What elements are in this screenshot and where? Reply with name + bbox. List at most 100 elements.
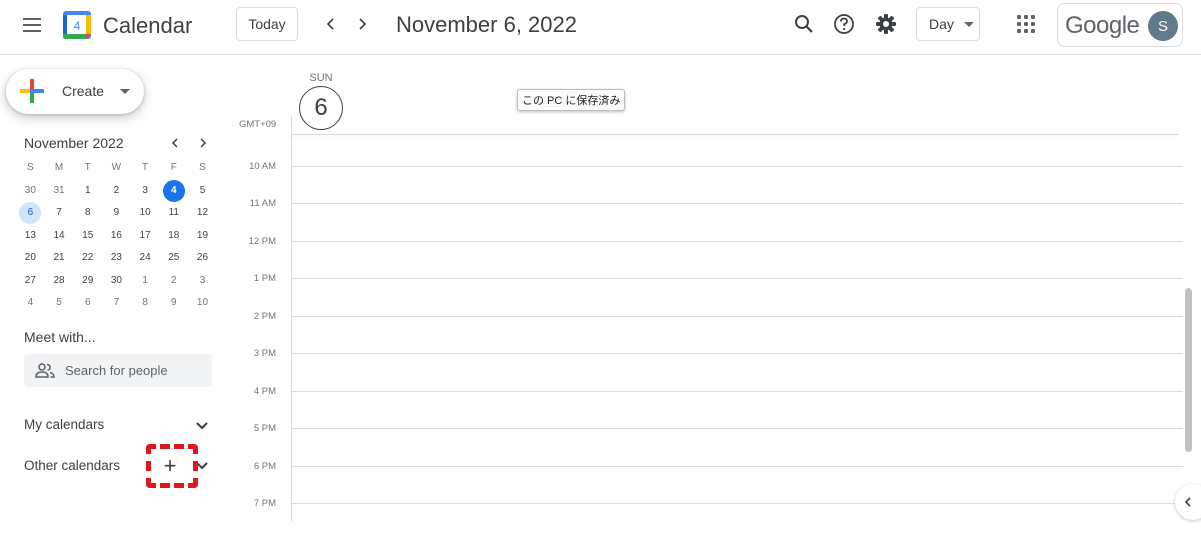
mini-day-cell[interactable]: 7 [102, 292, 131, 314]
today-button[interactable]: Today [236, 7, 298, 41]
mini-day-cell-label: 29 [82, 274, 94, 286]
mini-weekday-header-label: W [111, 162, 122, 174]
mini-day-cell[interactable]: 4 [16, 292, 45, 314]
hour-slot-line [291, 353, 1183, 354]
mini-day-cell[interactable]: 23 [102, 247, 131, 269]
mini-day-cell-label: 18 [168, 229, 180, 241]
hour-label: 11 AM [249, 198, 276, 209]
mini-day-cell[interactable]: 6 [73, 292, 102, 314]
mini-week-row: 30 31 1 2 3 4 5 [16, 179, 218, 203]
chevron-left-icon[interactable] [319, 12, 343, 36]
side-panel-toggle[interactable] [1175, 484, 1201, 520]
chevron-left-icon[interactable] [165, 133, 185, 153]
mini-day-cell[interactable]: 2 [159, 270, 188, 292]
mini-day-cell[interactable]: 10 [131, 202, 160, 224]
hamburger-menu-icon[interactable] [14, 7, 50, 43]
hour-label: 4 PM [253, 385, 276, 397]
mini-day-cell[interactable]: 9 [102, 202, 131, 224]
mini-day-cell-label: 24 [139, 252, 151, 264]
mini-week-row: 13 14 15 16 17 18 19 [16, 225, 218, 248]
mini-day-cell-label: 7 [113, 297, 120, 309]
mini-day-cell[interactable]: 21 [45, 247, 74, 269]
mini-weekday-header: S [188, 157, 217, 179]
mini-weekday-header: S [16, 157, 45, 179]
search-people-input[interactable]: Search for people [24, 354, 212, 387]
mini-day-cell-label: 6 [19, 202, 42, 225]
mini-day-cell[interactable]: 15 [73, 225, 102, 247]
mini-day-cell-label: 20 [24, 252, 36, 264]
mini-day-cell-label: 8 [84, 207, 91, 219]
calendar-logo[interactable]: 4 [62, 10, 92, 40]
search-icon[interactable] [791, 11, 817, 37]
add-other-calendar-button[interactable]: + [158, 453, 182, 478]
mini-day-cell[interactable]: 14 [45, 225, 74, 247]
chevron-down-icon[interactable] [194, 418, 210, 434]
mini-day-cell[interactable]: 8 [73, 202, 102, 224]
hour-label: 3 PM [253, 348, 276, 359]
mini-day-cell-label: 2 [171, 274, 177, 286]
other-calendars-toggle[interactable]: Other calendars [24, 458, 120, 473]
mini-day-cell-label: 4 [162, 179, 185, 202]
mini-day-cell[interactable]: 11 [159, 202, 188, 224]
mini-day-cell-label: 1 [84, 184, 91, 196]
scrollbar-thumb[interactable] [1185, 288, 1192, 452]
app-title: Calendar [103, 13, 193, 38]
mini-day-cell[interactable]: 22 [73, 247, 102, 269]
mini-day-cell-label: 30 [24, 184, 36, 196]
avatar[interactable]: S [1148, 11, 1178, 41]
mini-day-cell[interactable]: 31 [45, 180, 74, 202]
mini-day-cell[interactable]: 16 [102, 225, 131, 247]
caret-down-icon [120, 89, 130, 94]
mini-day-cell-label: 4 [27, 297, 34, 309]
mini-day-cell[interactable]: 13 [16, 225, 45, 247]
gear-icon[interactable] [873, 11, 899, 37]
mini-day-cell-label: 15 [82, 229, 94, 241]
apps-grid-icon[interactable] [1017, 15, 1035, 33]
mini-day-cell[interactable]: 5 [45, 292, 74, 314]
mini-day-cell[interactable]: 29 [73, 270, 102, 292]
mini-day-cell[interactable]: 1 [73, 180, 102, 202]
mini-day-cell[interactable]: 27 [16, 270, 45, 292]
mini-day-cell[interactable]: 3 [131, 180, 160, 202]
create-button[interactable]: Create [6, 69, 144, 114]
mini-day-cell[interactable]: 5 [188, 180, 217, 202]
mini-day-cell[interactable]: 24 [131, 247, 160, 269]
account-switcher[interactable]: Google S [1057, 3, 1183, 47]
mini-day-cell[interactable]: 6 [16, 202, 45, 225]
mini-day-cell-label: 2 [113, 184, 120, 196]
mini-weekday-header: T [73, 157, 102, 179]
mini-day-cell[interactable]: 19 [188, 225, 217, 247]
chevron-down-icon[interactable] [194, 458, 210, 474]
mini-day-cell[interactable]: 1 [131, 270, 160, 292]
chevron-right-icon[interactable] [193, 133, 213, 153]
my-calendars-toggle[interactable]: My calendars [24, 417, 104, 432]
hour-label: 5 PM [253, 423, 276, 434]
mini-day-cell[interactable]: 3 [188, 270, 217, 292]
mini-day-cell[interactable]: 10 [188, 292, 217, 314]
mini-week-row: 4 5 6 7 8 9 10 [16, 292, 218, 315]
chevron-left-icon [1184, 497, 1191, 507]
mini-day-cell[interactable]: 17 [131, 225, 160, 247]
mini-day-cell[interactable]: 20 [16, 247, 45, 269]
mini-day-cell-label: 6 [84, 297, 91, 309]
hour-slot-line [291, 315, 1183, 317]
view-selector[interactable]: Day [916, 7, 980, 41]
mini-day-cell[interactable]: 26 [188, 247, 217, 269]
mini-calendar-month-title: November 2022 [24, 135, 124, 151]
mini-day-cell[interactable]: 30 [16, 180, 45, 202]
mini-day-cell[interactable]: 7 [45, 202, 74, 224]
day-number-button[interactable]: 6 [299, 86, 343, 130]
mini-day-cell[interactable]: 18 [159, 225, 188, 247]
mini-day-cell[interactable]: 28 [45, 270, 74, 292]
chevron-right-icon[interactable] [350, 12, 374, 36]
mini-day-cell[interactable]: 9 [159, 292, 188, 314]
mini-weekday-header-label: T [84, 162, 91, 174]
mini-day-cell[interactable]: 8 [131, 292, 160, 314]
mini-day-cell[interactable]: 2 [102, 180, 131, 202]
mini-day-cell[interactable]: 30 [102, 270, 131, 292]
mini-day-cell[interactable]: 4 [159, 179, 188, 202]
mini-day-cell[interactable]: 25 [159, 247, 188, 269]
mini-day-cell[interactable]: 12 [188, 202, 217, 224]
mini-weekday-header-label: F [170, 162, 177, 174]
help-icon[interactable] [831, 11, 857, 37]
